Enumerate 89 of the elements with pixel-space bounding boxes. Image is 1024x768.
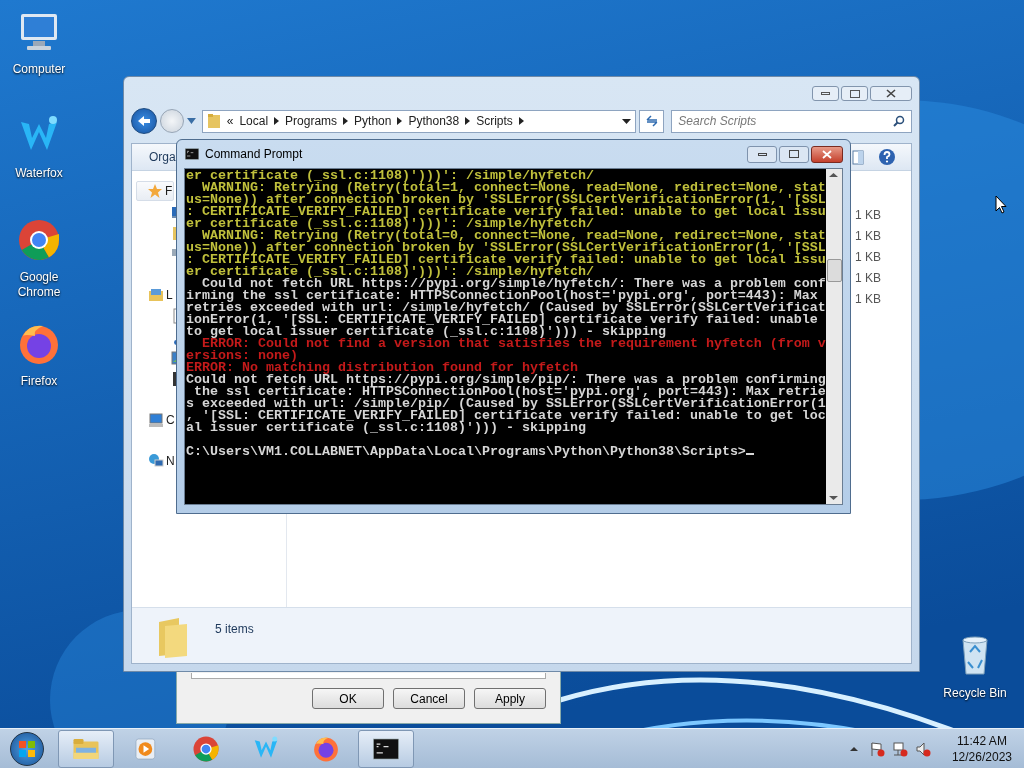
- minimize-button[interactable]: [747, 145, 777, 163]
- console-line: the ssl certificate: HTTPSConnectionPool(host='pypi.org', port=443): Max retrie: [193, 386, 826, 398]
- desktop-icon-label[interactable]: Recycle Bin: [943, 684, 1007, 702]
- console-line: ERROR: Could not find a version that satisfies the requirement hyfetch (from v: [202, 338, 826, 350]
- nav-item-label[interactable]: F: [165, 181, 173, 200]
- overflow-chevron[interactable]: «: [226, 112, 234, 130]
- breadcrumb-item[interactable]: Local: [239, 112, 269, 130]
- console-line: WARNING: Retrying (Retry(total=0, connect=None, read=None, redirect=None, stat: [202, 230, 826, 242]
- chevron-right-icon[interactable]: [274, 117, 280, 125]
- maximize-button[interactable]: [779, 145, 809, 163]
- clock-date[interactable]: 12/26/2023: [951, 748, 1012, 765]
- console-line: er certificate (_ssl.c:1108)')))': /simple/hyfetch/: [186, 170, 594, 182]
- flag-icon[interactable]: [868, 740, 885, 757]
- console-icon: [184, 146, 200, 162]
- console-line: to get local issuer certificate (_ssl.c:1108)'))) - skipping: [186, 326, 666, 338]
- chevron-right-icon[interactable]: [465, 117, 471, 125]
- close-button[interactable]: [811, 145, 843, 163]
- back-arrow-icon: [136, 115, 151, 127]
- console-line: us=None)) after connection broken by 'SSLError(SSLCertVerificationError(1, '[SSL: [186, 242, 826, 254]
- breadcrumb-item[interactable]: Python38: [408, 112, 460, 130]
- maximize-button[interactable]: [841, 86, 868, 101]
- nav-header[interactable]: F: [136, 180, 175, 201]
- chevron-right-icon[interactable]: [518, 117, 524, 125]
- dropdown-arrow-icon[interactable]: [622, 118, 632, 124]
- network-icon: [148, 452, 164, 469]
- console-line: er certificate (_ssl.c:1108)')))': /simple/hyfetch/: [186, 218, 594, 230]
- console-line: ionError(1, '[SSL: CERTIFICATE_VERIFY_FAILED] certificate verify failed: unable: [186, 314, 818, 326]
- console-line: : CERTIFICATE_VERIFY_FAILED] certificate verify failed: unable to get local issu: [186, 254, 826, 266]
- search-icon: [893, 114, 905, 127]
- refresh-icon: [644, 115, 659, 127]
- nav-item-label[interactable]: N: [166, 451, 175, 470]
- item-count: 5 items: [215, 621, 254, 638]
- minimize-button[interactable]: [812, 86, 839, 101]
- command-prompt: C:\Users\VM1.COLLABNET\AppData\Local\Programs\Python\Python38\Scripts>: [186, 446, 826, 458]
- windows-logo-icon: [18, 739, 36, 758]
- desktop-icon-label[interactable]: Computer: [4, 62, 74, 77]
- dialog-button[interactable]: OK: [312, 688, 384, 709]
- console-line: al issuer certificate (_ssl.c:1108)'))) - skipping: [186, 422, 586, 434]
- console-line: Could not fetch URL https://pypi.org/simple/hyfetch/: There was a problem conf: [202, 278, 826, 290]
- address-bar[interactable]: « Local Programs Python Python38 Scripts: [201, 109, 637, 133]
- console-line: s exceeded with url: /simple/pip/ (Caused by SSLError(SSLCertVerificationError(1: [186, 398, 826, 410]
- folder-icon: [206, 113, 221, 129]
- console-line: : CERTIFICATE_VERIFY_FAILED] certificate verify failed: unable to get local issu: [186, 206, 826, 218]
- chevron-right-icon[interactable]: [343, 117, 349, 125]
- taskbar-button[interactable]: [358, 729, 414, 768]
- close-button[interactable]: [870, 86, 912, 101]
- console-line: Could not fetch URL https://pypi.org/simple/pip/: There was a problem confirming: [186, 374, 826, 386]
- window-title: Command Prompt: [205, 146, 303, 163]
- console-line: us=None)) after connection broken by 'SSLError(SSLCertVerificationError(1, '[SSL: [186, 194, 826, 206]
- mouse-pointer-icon: [995, 195, 1007, 214]
- console-line: er certificate (_ssl.c:1108)')))': /simple/hyfetch/: [186, 266, 594, 278]
- file-size-cell-text: 1 KB: [855, 270, 881, 287]
- desktop-icon-label[interactable]: Waterfox: [4, 166, 74, 181]
- chevron-right-icon[interactable]: [397, 117, 403, 125]
- network-icon[interactable]: [891, 740, 908, 757]
- star-icon: [147, 182, 163, 199]
- start-button[interactable]: [10, 731, 44, 766]
- volume-icon[interactable]: [914, 740, 931, 757]
- file-size-cell-text: 1 KB: [855, 249, 881, 266]
- computer-icon: [148, 411, 164, 428]
- console-line: WARNING: Retrying (Retry(total=1, connect=None, read=None, redirect=None, stat: [202, 182, 826, 194]
- nav-item-label[interactable]: C: [166, 410, 175, 429]
- organize-menu[interactable]: Orga: [149, 148, 176, 166]
- desktop-icon-label[interactable]: Firefox: [4, 374, 74, 389]
- close-icon: [886, 89, 896, 98]
- dialog-button[interactable]: Apply: [474, 688, 546, 709]
- refresh-button[interactable]: [639, 109, 665, 133]
- back-button[interactable]: [131, 108, 157, 134]
- console-line: , '[SSL: CERTIFICATE_VERIFY_FAILED] certificate verify failed: unable to get loc: [186, 410, 826, 422]
- desktop-icon-label[interactable]: Google Chrome: [4, 270, 74, 300]
- console-line: ERROR: No matching distribution found for hyfetch: [186, 362, 579, 374]
- nav-item-label[interactable]: L: [166, 285, 173, 304]
- breadcrumb-item[interactable]: Programs: [285, 112, 338, 130]
- console-line: ersions: none): [186, 350, 298, 362]
- library-icon: [148, 286, 164, 303]
- close-icon: [822, 149, 832, 159]
- file-size-cell-text: 1 KB: [855, 291, 881, 308]
- breadcrumb-item[interactable]: Scripts: [476, 112, 513, 130]
- clock-time[interactable]: 11:42 AM: [957, 732, 1007, 749]
- console-line: irming the ssl certificate: HTTPSConnectionPool(host='pypi.org', port=443): Max: [186, 290, 818, 302]
- file-size-cell-text: 1 KB: [855, 207, 881, 224]
- text-field[interactable]: [191, 673, 546, 679]
- console-line: retries exceeded with url: /simple/hyfetch/ (Caused by SSLError(SSLCertVerificat: [186, 302, 826, 314]
- help-icon[interactable]: [878, 148, 896, 166]
- scroll-thumb[interactable]: [827, 259, 842, 282]
- search-field[interactable]: Search Scripts: [671, 109, 912, 133]
- dialog-button[interactable]: Cancel: [393, 688, 465, 709]
- breadcrumb-item[interactable]: Python: [354, 112, 392, 130]
- file-size-cell-text: 1 KB: [855, 228, 881, 245]
